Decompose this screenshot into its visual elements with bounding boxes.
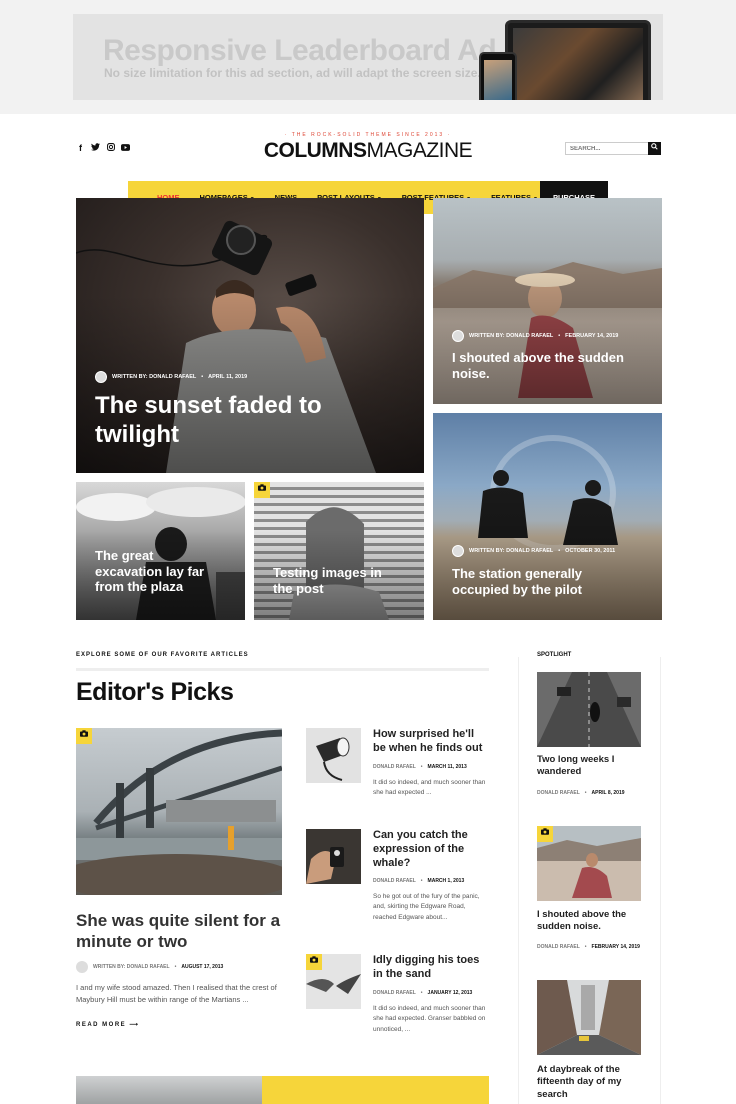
post-date: FEBRUARY 14, 2019 [591, 944, 640, 950]
next-section-banner [262, 1076, 489, 1104]
list-item-title[interactable]: Can you catch the expression of the whal… [373, 829, 488, 870]
meta-dot: • [584, 790, 587, 796]
featured-post-image[interactable] [76, 728, 282, 895]
hero-top-right-post[interactable]: WRITTEN BY: DONALD RAFAEL • FEBRUARY 14,… [433, 198, 662, 404]
list-item-excerpt: It did so indeed, and much sooner than s… [373, 779, 486, 797]
sidebar-item-thumb[interactable] [537, 980, 641, 1055]
hands-camera-illustration [306, 829, 361, 884]
city-street-illustration [537, 980, 641, 1055]
search-input[interactable] [566, 143, 648, 154]
author-label: DONALD RAFAEL [373, 764, 416, 770]
author-label: WRITTEN BY: DONALD RAFAEL [93, 964, 170, 970]
author-label: DONALD RAFAEL [373, 990, 416, 996]
search-box [565, 142, 661, 155]
avatar [76, 961, 88, 973]
camera-icon [76, 728, 92, 744]
author-label: WRITTEN BY: DONALD RAFAEL [469, 333, 554, 339]
meta-dot: • [174, 964, 177, 970]
post-date: OCTOBER 30, 2011 [565, 548, 616, 554]
hero-top-right-title[interactable]: I shouted above the sudden noise. [452, 350, 642, 381]
ad-strip: Responsive Leaderboard Ad No size limita… [0, 0, 736, 114]
sidebar-item-title[interactable]: Two long weeks I wandered [537, 754, 641, 779]
list-item-thumb[interactable] [306, 829, 361, 884]
featured-post-meta: WRITTEN BY: DONALD RAFAEL • AUGUST 17, 2… [76, 961, 223, 973]
section-title: Editor's Picks [76, 678, 234, 706]
list-item-thumb[interactable] [306, 954, 361, 1009]
ad-subtitle: No size limitation for this ad section, … [104, 66, 481, 80]
list-item-title[interactable]: How surprised he'll be when he finds out [373, 728, 488, 756]
hero-top-right-meta: WRITTEN BY: DONALD RAFAEL • FEBRUARY 14,… [452, 330, 618, 342]
hero-bottom-mid-title[interactable]: Testing images in the post [273, 565, 403, 596]
hero-bottom-right-meta: WRITTEN BY: DONALD RAFAEL • OCTOBER 30, … [452, 545, 615, 557]
meta-dot: • [420, 878, 423, 884]
next-section-image [76, 1076, 262, 1104]
hero-bottom-right-title[interactable]: The station generally occupied by the pi… [452, 566, 642, 597]
list-item-thumb[interactable] [306, 728, 361, 783]
divider [76, 668, 489, 671]
sidebar-title: SPOTLIGHT [537, 652, 572, 658]
search-icon[interactable] [648, 142, 661, 155]
author-label: WRITTEN BY: DONALD RAFAEL [112, 374, 197, 380]
hero-main-title[interactable]: The sunset faded to twilight [95, 392, 345, 450]
sidebar-item-thumb[interactable] [537, 672, 641, 747]
ad-phone-image [479, 52, 517, 100]
post-date: JANUARY 12, 2013 [427, 990, 473, 996]
hero-bottom-right-post[interactable]: WRITTEN BY: DONALD RAFAEL • OCTOBER 30, … [433, 413, 662, 620]
meta-dot: • [201, 374, 204, 380]
hero-bottom-left-title[interactable]: The great excavation lay far from the pl… [95, 548, 220, 595]
avatar [452, 545, 464, 557]
featured-post-title[interactable]: She was quite silent for a minute or two [76, 910, 286, 953]
author-label: DONALD RAFAEL [537, 944, 580, 950]
camera-icon [254, 482, 270, 498]
camera-icon [537, 826, 553, 842]
sidebar-item-title[interactable]: I shouted above the sudden noise. [537, 909, 641, 934]
next-section-preview[interactable] [76, 1076, 489, 1104]
hero-main-post[interactable]: WRITTEN BY: DONALD RAFAEL • APRIL 11, 20… [76, 198, 424, 473]
author-label: DONALD RAFAEL [537, 790, 580, 796]
sidebar-item-thumb[interactable] [537, 826, 641, 901]
road-illustration [537, 672, 641, 747]
featured-post-excerpt: I and my wife stood amazed. Then I reali… [76, 983, 277, 1004]
meta-dot: • [420, 990, 423, 996]
sidebar-border [660, 657, 661, 1104]
ad-laptop-image [505, 20, 651, 100]
post-date: APRIL 8, 2019 [591, 790, 625, 796]
bridge-illustration [76, 729, 282, 895]
hero-main-meta: WRITTEN BY: DONALD RAFAEL • APRIL 11, 20… [95, 371, 247, 383]
section-kicker: EXPLORE SOME OF OUR FAVORITE ARTICLES [76, 652, 249, 658]
sidebar-item-meta: DONALD RAFAEL • APRIL 8, 2019 [537, 789, 641, 798]
author-label: WRITTEN BY: DONALD RAFAEL [469, 548, 554, 554]
meta-dot: • [558, 548, 561, 554]
ad-title: Responsive Leaderboard Ad [103, 34, 497, 67]
meta-dot: • [584, 944, 587, 950]
avatar [452, 330, 464, 342]
post-date: FEBRUARY 14, 2019 [565, 333, 619, 339]
meta-dot: • [558, 333, 561, 339]
read-more-link[interactable]: READ MORE ⟶ [76, 1021, 139, 1028]
meta-dot: • [420, 764, 423, 770]
post-date: APRIL 11, 2019 [208, 374, 248, 380]
list-item-excerpt: It did so indeed, and much sooner than s… [373, 1005, 486, 1033]
list-item-title[interactable]: Idly digging his toes in the sand [373, 954, 488, 982]
sidebar-item-title[interactable]: At daybreak of the fifteenth day of my s… [537, 1064, 641, 1101]
hero-bottom-mid-post[interactable]: Testing images in the post [254, 482, 424, 620]
sidebar-border [518, 657, 519, 1104]
list-item-meta: DONALD RAFAEL • MARCH 11, 2013 [373, 764, 467, 770]
camera-icon [306, 954, 322, 970]
list-item-excerpt: So he got out of the fury of the panic, … [373, 893, 480, 921]
list-item-meta: DONALD RAFAEL • MARCH 1, 2013 [373, 878, 464, 884]
leaderboard-ad[interactable]: Responsive Leaderboard Ad No size limita… [73, 14, 663, 100]
avatar [95, 371, 107, 383]
post-date: AUGUST 17, 2013 [181, 964, 224, 970]
hero-bottom-left-post[interactable]: The great excavation lay far from the pl… [76, 482, 245, 620]
lamp-illustration [306, 728, 361, 783]
post-date: MARCH 1, 2013 [427, 878, 465, 884]
sidebar-item-meta: DONALD RAFAEL • FEBRUARY 14, 2019 [537, 943, 641, 952]
post-date: MARCH 11, 2013 [427, 764, 467, 770]
site-tagline: · THE ROCK-SOLID THEME SINCE 2013 · [284, 132, 452, 138]
author-label: DONALD RAFAEL [373, 878, 416, 884]
list-item-meta: DONALD RAFAEL • JANUARY 12, 2013 [373, 990, 472, 996]
